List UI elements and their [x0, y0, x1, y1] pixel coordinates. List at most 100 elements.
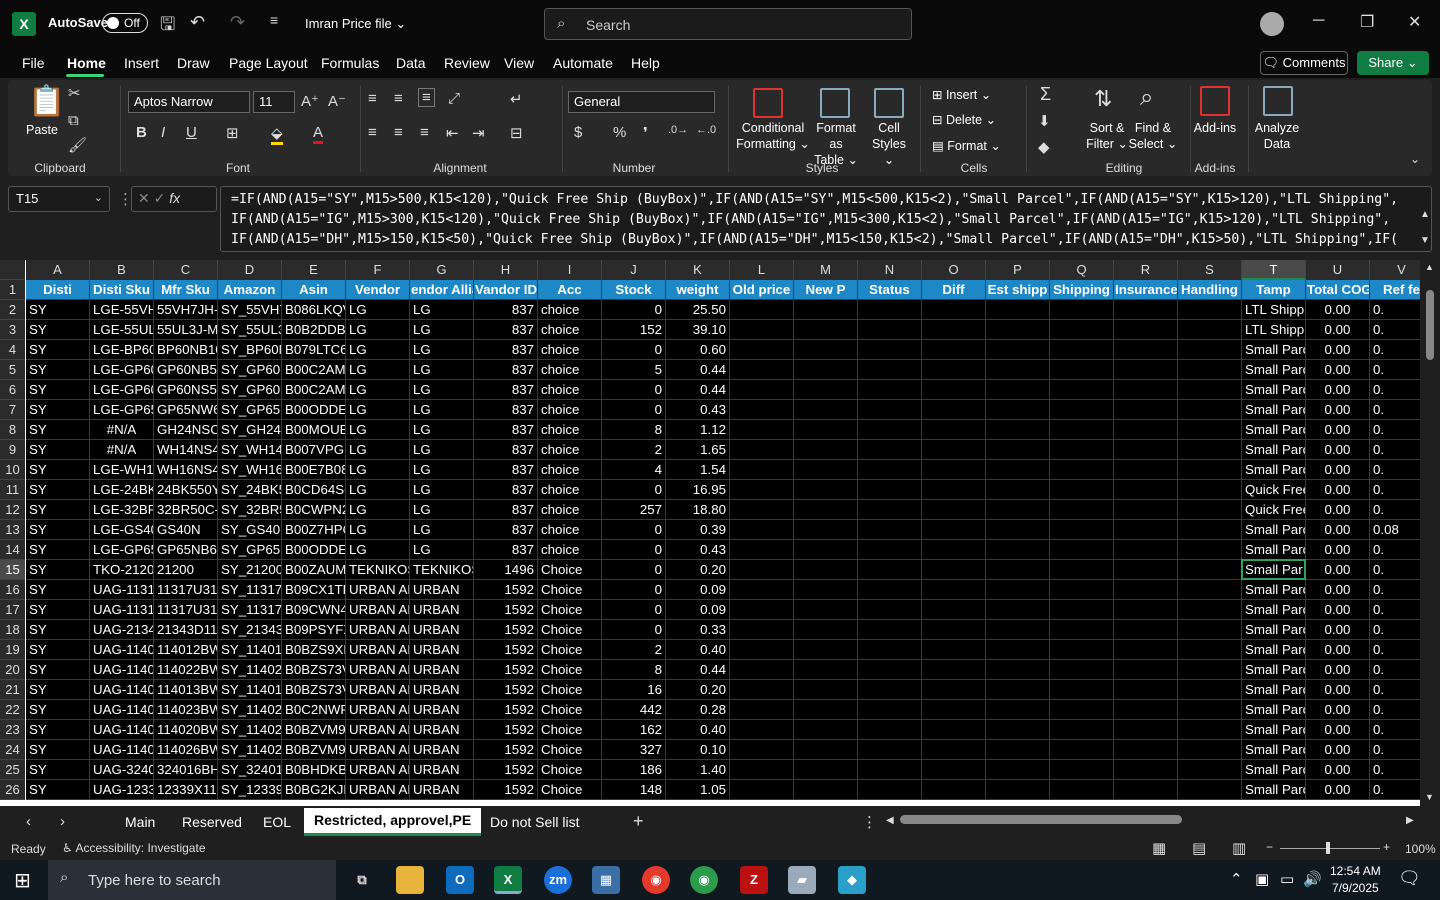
cell-u21[interactable]: 0.00	[1306, 680, 1370, 700]
cell-k10[interactable]: 1.54	[666, 460, 730, 480]
cell-l7[interactable]	[730, 400, 794, 420]
cell-g10[interactable]: LG	[410, 460, 474, 480]
tab-home[interactable]: Home	[67, 55, 106, 71]
row-header-14[interactable]: 14	[0, 540, 25, 560]
row-header-8[interactable]: 8	[0, 420, 25, 440]
cell-l2[interactable]	[730, 300, 794, 320]
cell-v5[interactable]: 0.	[1370, 360, 1420, 380]
cell-q6[interactable]	[1050, 380, 1114, 400]
cell-r5[interactable]	[1114, 360, 1178, 380]
row-header-13[interactable]: 13	[0, 520, 25, 540]
next-sheet-icon[interactable]: ›	[60, 813, 65, 830]
cell-a17[interactable]: SY	[26, 600, 90, 620]
cell-t18[interactable]: Small Parc	[1242, 620, 1306, 640]
cell-q21[interactable]	[1050, 680, 1114, 700]
column-header-q[interactable]: Q	[1050, 260, 1114, 280]
cell-s10[interactable]	[1178, 460, 1242, 480]
cell-g15[interactable]: TEKNIKOS	[410, 560, 474, 580]
cell-e22[interactable]: B0C2NWP	[282, 700, 346, 720]
cell-c19[interactable]: 114012BW	[154, 640, 218, 660]
cell-s5[interactable]	[1178, 360, 1242, 380]
cell-f15[interactable]: TEKNIKOS	[346, 560, 410, 580]
cell-v11[interactable]: 0.	[1370, 480, 1420, 500]
cell-r20[interactable]	[1114, 660, 1178, 680]
cell-s15[interactable]	[1178, 560, 1242, 580]
cell-t9[interactable]: Small Parc	[1242, 440, 1306, 460]
task-view-icon[interactable]: ⧉	[348, 866, 376, 894]
cell-e16[interactable]: B09CX1TK	[282, 580, 346, 600]
cell-h25[interactable]: 1592	[474, 760, 538, 780]
cell-t11[interactable]: Quick Free	[1242, 480, 1306, 500]
column-header-t[interactable]: T	[1242, 260, 1306, 280]
cell-h2[interactable]: 837	[474, 300, 538, 320]
cell-c26[interactable]: 12339X114	[154, 780, 218, 800]
row-header-12[interactable]: 12	[0, 500, 25, 520]
scroll-up-icon[interactable]: ▲	[1420, 209, 1430, 220]
column-header-v[interactable]: V	[1370, 260, 1420, 280]
accessibility-status[interactable]: ♿ Accessibility: Investigate	[62, 841, 206, 855]
cell-l21[interactable]	[730, 680, 794, 700]
cell-p6[interactable]	[986, 380, 1050, 400]
cell-a22[interactable]: SY	[26, 700, 90, 720]
cell-s11[interactable]	[1178, 480, 1242, 500]
number-format-select[interactable]: General	[568, 91, 715, 113]
cell-p9[interactable]	[986, 440, 1050, 460]
cell-f25[interactable]: URBAN AR	[346, 760, 410, 780]
cell-v24[interactable]: 0.	[1370, 740, 1420, 760]
cell-h17[interactable]: 1592	[474, 600, 538, 620]
cell-r7[interactable]	[1114, 400, 1178, 420]
cell-k24[interactable]: 0.10	[666, 740, 730, 760]
outlook-icon[interactable]: O	[446, 866, 474, 894]
cell-m14[interactable]	[794, 540, 858, 560]
taskbar-search[interactable]: ⌕ Type here to search	[48, 860, 336, 900]
cell-e6[interactable]: B00C2AMK	[282, 380, 346, 400]
cell-q25[interactable]	[1050, 760, 1114, 780]
cell-b13[interactable]: LGE-GS40I	[90, 520, 154, 540]
sheet-tab-reserved[interactable]: Reserved	[182, 814, 242, 830]
show-hidden-icons-icon[interactable]: ⌃	[1230, 870, 1243, 888]
cell-o12[interactable]	[922, 500, 986, 520]
cell-t22[interactable]: Small Parc	[1242, 700, 1306, 720]
cell-g22[interactable]: URBAN	[410, 700, 474, 720]
cell-b8[interactable]: #N/A	[90, 420, 154, 440]
normal-view-icon[interactable]: ▦	[1152, 839, 1166, 857]
column-header-k[interactable]: K	[666, 260, 730, 280]
cell-a18[interactable]: SY	[26, 620, 90, 640]
cell-b11[interactable]: LGE-24BK5	[90, 480, 154, 500]
cell-t12[interactable]: Quick Free	[1242, 500, 1306, 520]
cell-m6[interactable]	[794, 380, 858, 400]
cell-u7[interactable]: 0.00	[1306, 400, 1370, 420]
cell-i21[interactable]: Choice	[538, 680, 602, 700]
cell-b10[interactable]: LGE-WH16	[90, 460, 154, 480]
cell-f23[interactable]: URBAN AR	[346, 720, 410, 740]
column-header-r[interactable]: R	[1114, 260, 1178, 280]
cell-j2[interactable]: 0	[602, 300, 666, 320]
taskbar-clock[interactable]: 12:54 AM 7/9/2025	[1330, 863, 1381, 897]
cell-a23[interactable]: SY	[26, 720, 90, 740]
cell-g16[interactable]: URBAN	[410, 580, 474, 600]
cell-i2[interactable]: choice	[538, 300, 602, 320]
cell-m25[interactable]	[794, 760, 858, 780]
cell-p17[interactable]	[986, 600, 1050, 620]
app-icon[interactable]: ▰	[788, 866, 816, 894]
column-header-o[interactable]: O	[922, 260, 986, 280]
chrome-icon[interactable]: ◉	[642, 866, 670, 894]
cell-u18[interactable]: 0.00	[1306, 620, 1370, 640]
column-header-j[interactable]: J	[602, 260, 666, 280]
cell-u4[interactable]: 0.00	[1306, 340, 1370, 360]
cell-f16[interactable]: URBAN AR	[346, 580, 410, 600]
cell-h10[interactable]: 837	[474, 460, 538, 480]
cell-k8[interactable]: 1.12	[666, 420, 730, 440]
cell-t8[interactable]: Small Parc	[1242, 420, 1306, 440]
cell-n2[interactable]	[858, 300, 922, 320]
cell-h3[interactable]: 837	[474, 320, 538, 340]
cell-c18[interactable]: 21343D114	[154, 620, 218, 640]
cell-g26[interactable]: URBAN	[410, 780, 474, 800]
wrap-text-icon[interactable]: ↵	[510, 90, 523, 108]
column-header-g[interactable]: G	[410, 260, 474, 280]
cell-c11[interactable]: 24BK550Y-	[154, 480, 218, 500]
cell-r24[interactable]	[1114, 740, 1178, 760]
cell-j7[interactable]: 0	[602, 400, 666, 420]
align-left-icon[interactable]: ≡	[368, 124, 377, 141]
cell-a7[interactable]: SY	[26, 400, 90, 420]
